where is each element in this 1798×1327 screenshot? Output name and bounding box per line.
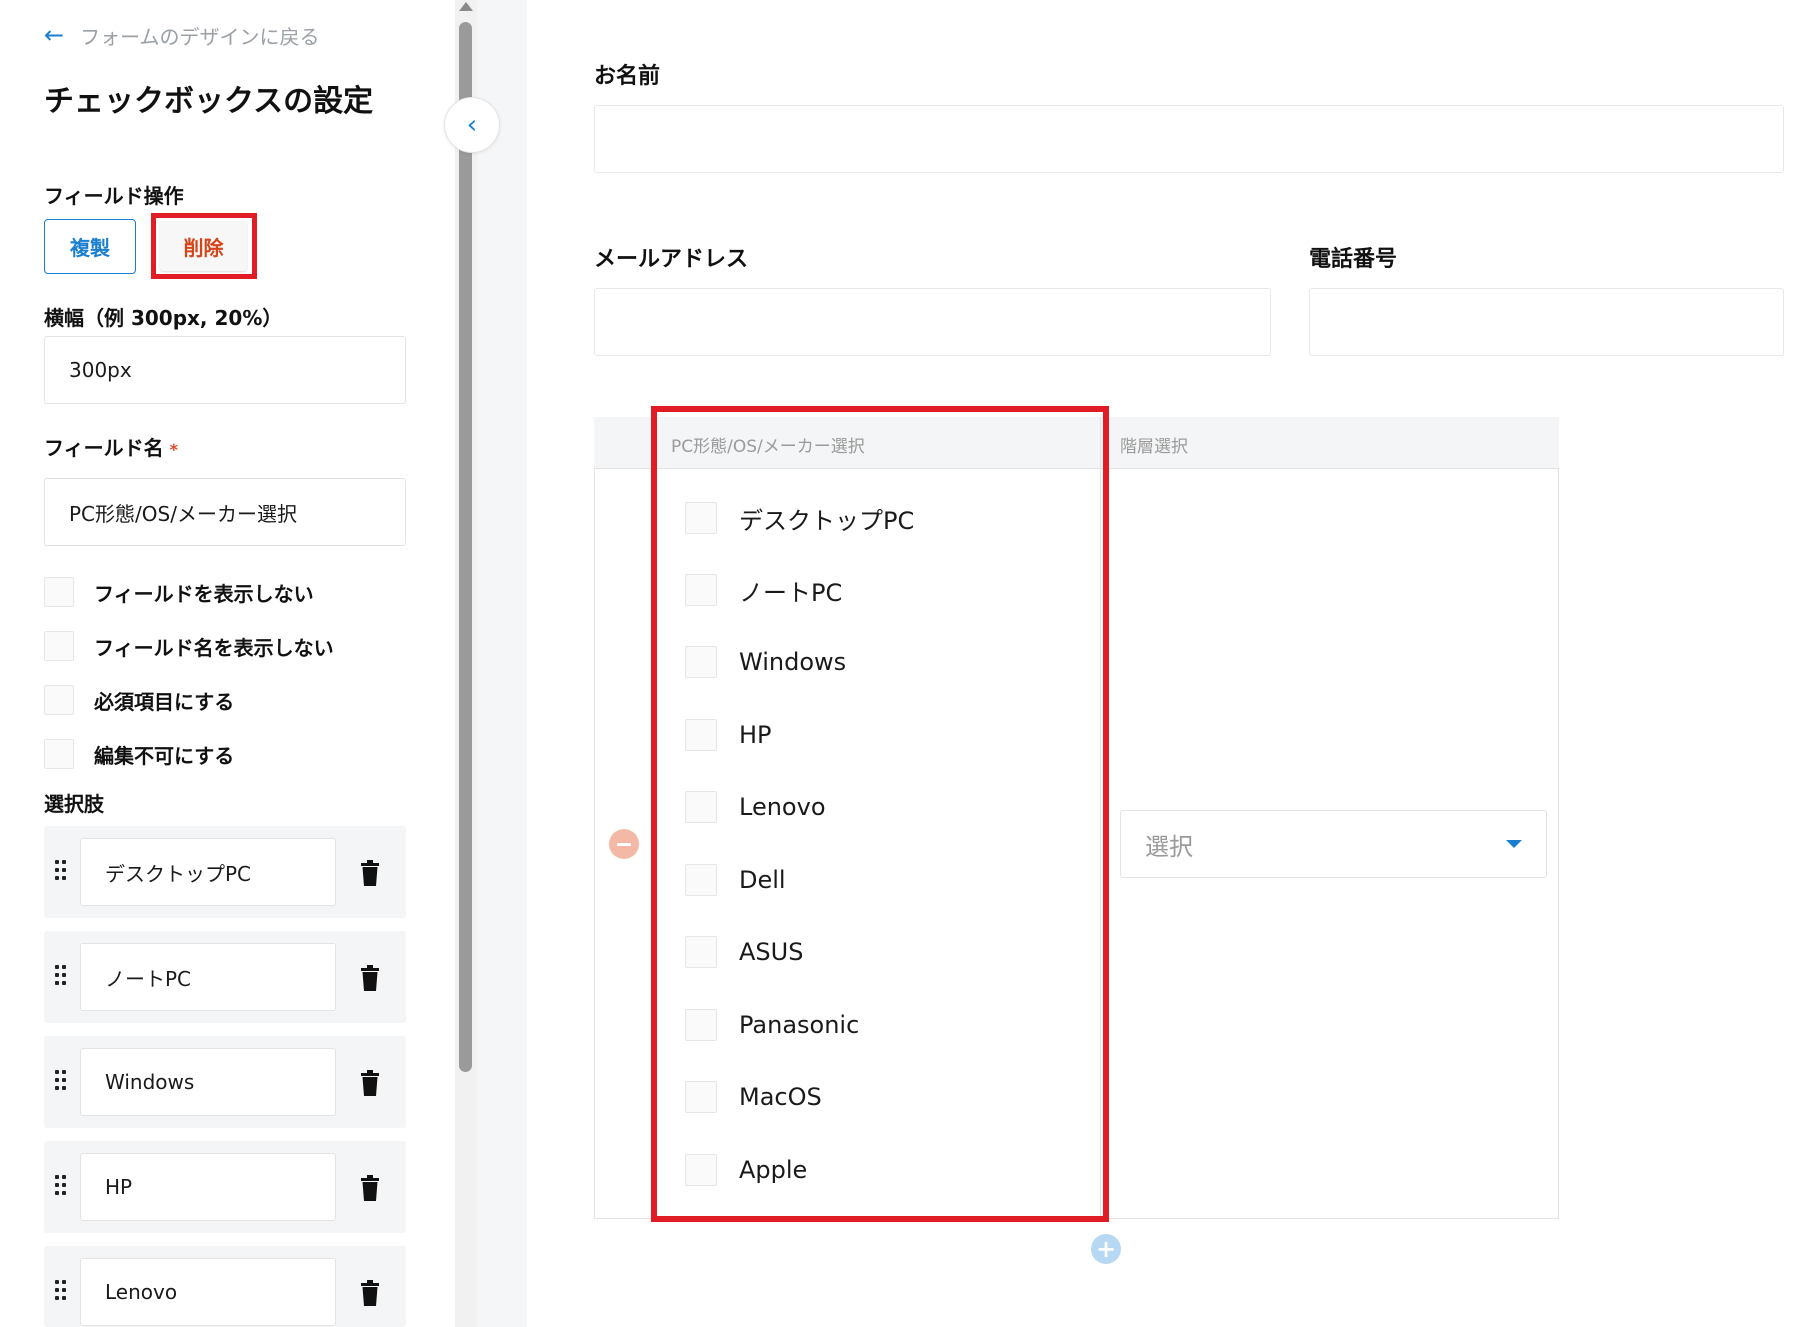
remove-row-button[interactable] <box>609 829 639 859</box>
option-label: 編集不可にする <box>94 743 235 768</box>
phone-field-input[interactable] <box>1309 288 1784 356</box>
choice-item: Windows <box>44 1036 406 1128</box>
checkbox[interactable] <box>44 631 74 661</box>
scroll-up-arrow[interactable] <box>459 2 473 11</box>
arrow-left-icon: ← <box>44 21 65 49</box>
choice-item: ノートPC <box>44 931 406 1023</box>
caret-down-icon <box>1506 840 1522 848</box>
duplicate-button[interactable]: 複製 <box>44 219 136 274</box>
trash-icon[interactable] <box>360 860 380 886</box>
email-field-label: メールアドレス <box>594 247 749 272</box>
option-read-only[interactable]: 編集不可にする <box>44 738 234 770</box>
width-input[interactable]: 300px <box>44 336 406 404</box>
choice-item: デスクトップPC <box>44 826 406 918</box>
choice-input[interactable]: デスクトップPC <box>80 838 336 906</box>
scrollbar-thumb[interactable] <box>459 22 472 1072</box>
collapse-panel-button[interactable]: ‹ <box>444 97 500 153</box>
drag-handle-icon[interactable] <box>55 860 67 880</box>
phone-field-label: 電話番号 <box>1309 247 1398 272</box>
trash-icon[interactable] <box>360 1280 380 1306</box>
choice-item: HP <box>44 1141 406 1233</box>
checkbox[interactable] <box>44 739 74 769</box>
drag-handle-icon[interactable] <box>55 1175 67 1195</box>
option-required[interactable]: 必須項目にする <box>44 684 234 716</box>
hier-field-header: 階層選択 <box>1120 437 1188 457</box>
field-name-input[interactable]: PC形態/OS/メーカー選択 <box>44 478 406 546</box>
trash-icon[interactable] <box>360 965 380 991</box>
chevron-left-icon: ‹ <box>466 110 478 140</box>
drag-handle-icon[interactable] <box>55 965 67 985</box>
back-link-label: フォームのデザインに戻る <box>80 24 320 49</box>
name-field-input[interactable] <box>594 105 1784 173</box>
field-name-label-text: フィールド名 <box>44 436 164 460</box>
hier-select-dropdown[interactable]: 選択 <box>1120 810 1547 878</box>
name-field-label: お名前 <box>594 64 661 89</box>
back-to-form-design-link[interactable]: ← フォームのデザインに戻る <box>44 20 320 50</box>
delete-button[interactable]: 削除 <box>160 221 247 271</box>
width-label: 横幅（例 300px, 20%） <box>44 306 283 330</box>
panel-title: チェックボックスの設定 <box>44 84 374 119</box>
drag-handle-icon[interactable] <box>55 1280 67 1300</box>
drag-handle-icon[interactable] <box>55 1070 67 1090</box>
checkbox[interactable] <box>44 577 74 607</box>
trash-icon[interactable] <box>360 1175 380 1201</box>
option-hide-field-name[interactable]: フィールド名を表示しない <box>44 630 334 662</box>
choice-item: Lenovo <box>44 1246 406 1327</box>
plus-icon: + <box>1095 1235 1117 1263</box>
trash-icon[interactable] <box>360 1070 380 1096</box>
option-label: 必須項目にする <box>94 689 235 714</box>
option-hide-field[interactable]: フィールドを表示しない <box>44 576 314 608</box>
choice-input[interactable]: ノートPC <box>80 943 336 1011</box>
choice-input[interactable]: HP <box>80 1153 336 1221</box>
field-ops-label: フィールド操作 <box>44 184 184 208</box>
add-row-button[interactable]: + <box>1091 1234 1121 1264</box>
field-name-label: フィールド名 * <box>44 432 178 461</box>
choice-input[interactable]: Windows <box>80 1048 336 1116</box>
checkbox-field-highlight-box <box>651 406 1109 1222</box>
email-field-input[interactable] <box>594 288 1271 356</box>
required-mark: * <box>169 440 178 459</box>
select-placeholder: 選択 <box>1145 832 1193 861</box>
checkbox[interactable] <box>44 685 74 715</box>
choice-input[interactable]: Lenovo <box>80 1258 336 1326</box>
minus-icon <box>617 842 631 846</box>
choices-label: 選択肢 <box>44 792 104 816</box>
option-label: フィールドを表示しない <box>94 581 314 606</box>
option-label: フィールド名を表示しない <box>94 635 334 660</box>
